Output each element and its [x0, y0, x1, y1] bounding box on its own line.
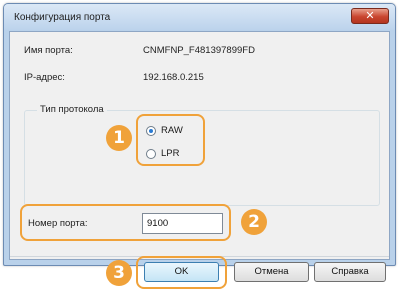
port-configuration-dialog: Конфигурация порта ✕ Имя порта: CNMFNP_F… — [3, 3, 396, 289]
radio-lpr-indicator[interactable] — [146, 148, 156, 159]
radio-raw[interactable]: RAW — [146, 125, 183, 136]
callout-badge-3: 3 — [106, 260, 132, 286]
ip-address-label: IP-адрес: — [24, 72, 65, 83]
radio-raw-indicator[interactable] — [146, 125, 156, 136]
dialog-body: Имя порта: CNMFNP_F481397899FD IP-адрес:… — [9, 31, 390, 289]
callout-badge-1: 1 — [106, 125, 132, 151]
radio-lpr-label: LPR — [161, 148, 180, 159]
ip-address-value: 192.168.0.215 — [143, 72, 204, 83]
port-number-label: Номер порта: — [28, 218, 88, 229]
port-name-label: Имя порта: — [24, 45, 73, 56]
protocol-type-title: Тип протокола — [37, 104, 107, 115]
close-button[interactable]: ✕ — [351, 8, 389, 24]
cancel-button[interactable]: Отмена — [234, 262, 309, 282]
port-number-input[interactable]: 9100 — [142, 213, 223, 234]
title-bar: Конфигурация порта ✕ — [4, 4, 395, 30]
radio-lpr[interactable]: LPR — [146, 148, 179, 159]
radio-raw-label: RAW — [161, 125, 183, 136]
ok-button[interactable]: OK — [144, 262, 219, 282]
dialog-title: Конфигурация порта — [14, 12, 111, 23]
callout-badge-2: 2 — [241, 209, 267, 235]
port-name-value: CNMFNP_F481397899FD — [143, 45, 255, 56]
help-button[interactable]: Справка — [314, 262, 386, 282]
